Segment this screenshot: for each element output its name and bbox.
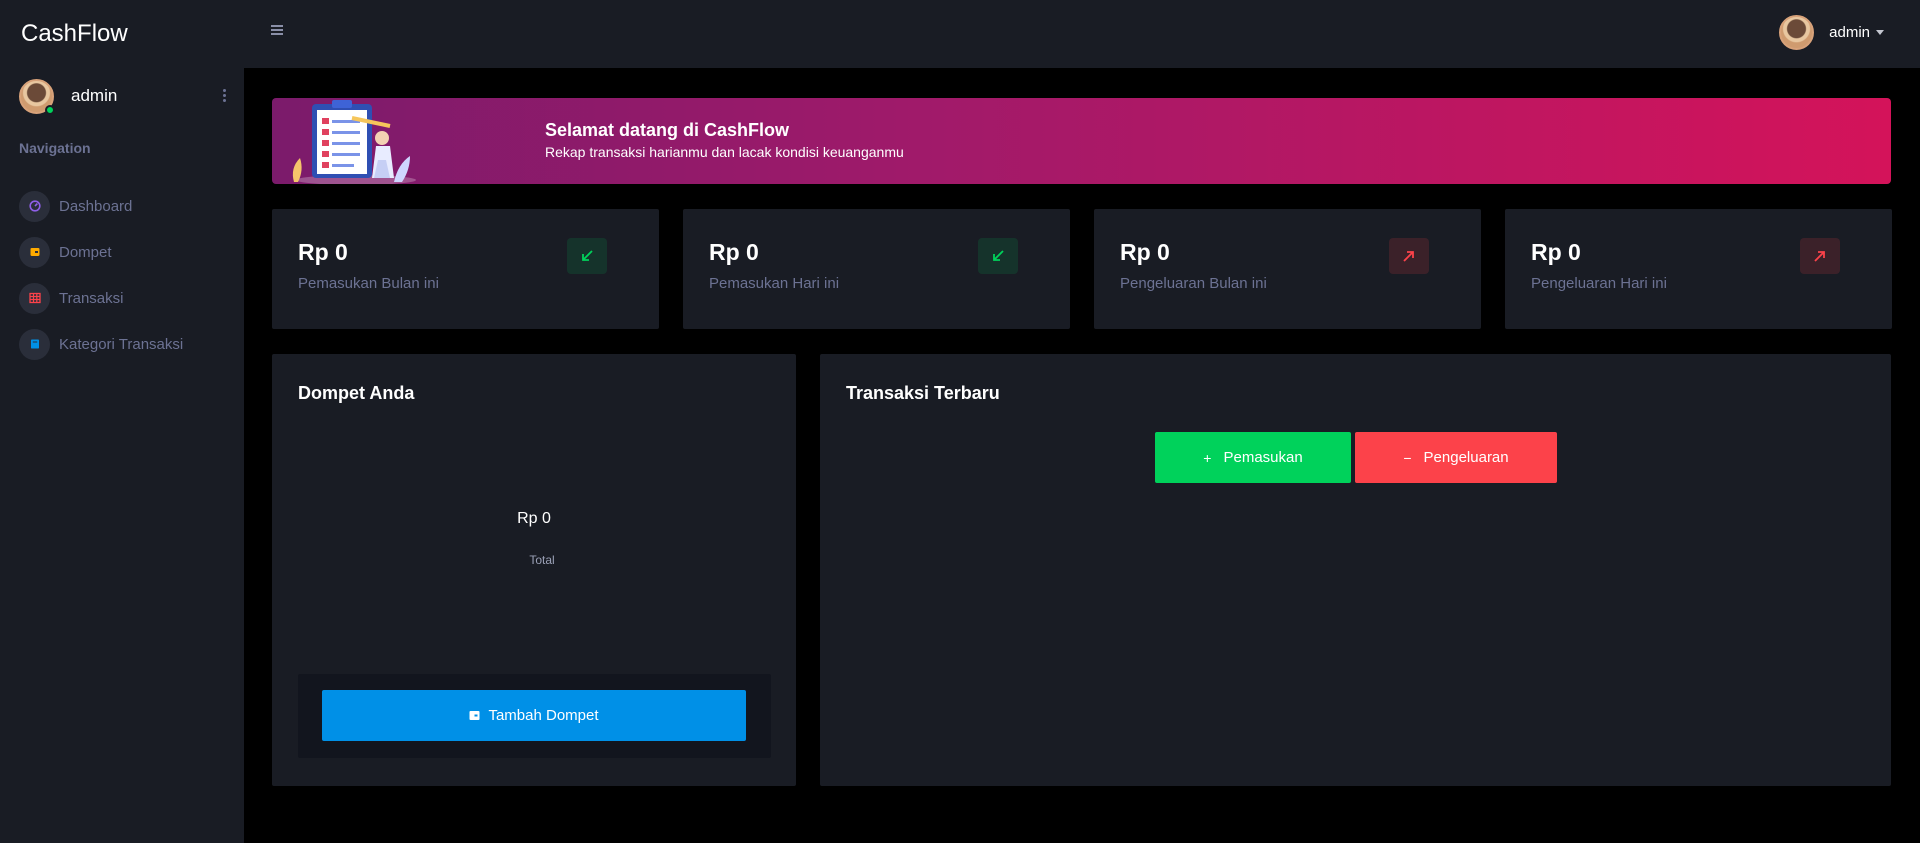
stat-label: Pengeluaran Bulan ini: [1120, 275, 1267, 292]
sidebar-item-label: Dashboard: [59, 197, 133, 215]
stat-label: Pemasukan Bulan ini: [298, 275, 439, 292]
user-name: admin: [1829, 24, 1870, 41]
online-status-dot: [45, 104, 55, 115]
arrow-bottom-left-icon: [978, 238, 1018, 274]
sidebar: CashFlow admin Navigation Dashboard Domp…: [0, 0, 244, 843]
book-icon: [19, 328, 50, 360]
stat-value: Rp 0: [709, 239, 759, 265]
minus-icon: −: [1403, 449, 1412, 466]
stat-card-income-month: Rp 0 Pemasukan Bulan ini: [272, 209, 659, 329]
add-income-button[interactable]: + Pemasukan: [1155, 432, 1351, 483]
welcome-banner: Selamat datang di CashFlow Rekap transak…: [272, 98, 1891, 184]
avatar: [1779, 15, 1815, 50]
arrow-top-right-icon: [1389, 238, 1429, 274]
table-icon: [19, 282, 50, 314]
arrow-top-right-icon: [1800, 238, 1840, 274]
banner-title: Selamat datang di CashFlow: [545, 120, 790, 140]
sidebar-item-dompet[interactable]: Dompet: [19, 229, 229, 275]
profile-name: admin: [71, 86, 118, 105]
stat-label: Pemasukan Hari ini: [709, 275, 840, 292]
banner-subtitle: Rekap transaksi harianmu dan lacak kondi…: [545, 144, 904, 160]
stat-value: Rp 0: [1531, 239, 1581, 265]
stat-card-income-today: Rp 0 Pemasukan Hari ini: [683, 209, 1070, 329]
card-title: Dompet Anda: [298, 383, 415, 403]
sidebar-nav: Dashboard Dompet Transaksi Kategori Tran…: [19, 183, 229, 367]
stat-value: Rp 0: [298, 239, 348, 265]
sidebar-item-transaksi[interactable]: Transaksi: [19, 275, 229, 321]
stat-card-expense-today: Rp 0 Pengeluaran Hari ini: [1505, 209, 1892, 329]
sidebar-item-label: Transaksi: [59, 289, 124, 307]
sidebar-item-label: Dompet: [59, 243, 112, 261]
chevron-down-icon: [1876, 30, 1884, 35]
clipboard-illustration-icon: [292, 100, 416, 184]
wallet-total-value: Rp 0: [517, 510, 551, 527]
add-expense-button[interactable]: − Pengeluaran: [1355, 432, 1557, 483]
wallet-total-label: Total: [529, 553, 555, 567]
add-income-label: Pemasukan: [1223, 449, 1303, 466]
sidebar-profile: admin: [19, 78, 229, 115]
wallet-icon: [469, 711, 480, 720]
card-title: Transaksi Terbaru: [846, 383, 1000, 403]
add-expense-label: Pengeluaran: [1423, 449, 1509, 466]
brand-logo[interactable]: CashFlow: [0, 0, 244, 68]
nav-section-title: Navigation: [19, 140, 91, 156]
avatar[interactable]: [19, 78, 55, 115]
more-vertical-icon[interactable]: [219, 84, 229, 106]
arrow-bottom-left-icon: [567, 238, 607, 274]
user-dropdown[interactable]: admin: [1779, 15, 1884, 50]
speedometer-icon: [19, 190, 50, 222]
topbar: admin: [244, 0, 1920, 68]
wallet-icon: [19, 236, 50, 268]
recent-transactions-card: Transaksi Terbaru + Pemasukan − Pengelua…: [820, 354, 1891, 786]
add-wallet-button[interactable]: Tambah Dompet: [322, 690, 746, 741]
plus-icon: +: [1203, 449, 1212, 466]
wallet-footer: Tambah Dompet: [298, 674, 771, 758]
wallet-card: Dompet Anda Rp 0 Total Tambah Dompet: [272, 354, 796, 786]
stat-card-expense-month: Rp 0 Pengeluaran Bulan ini: [1094, 209, 1481, 329]
sidebar-item-kategori-transaksi[interactable]: Kategori Transaksi: [19, 321, 229, 367]
menu-toggle-icon[interactable]: [271, 25, 283, 35]
sidebar-item-dashboard[interactable]: Dashboard: [19, 183, 229, 229]
sidebar-item-label: Kategori Transaksi: [59, 335, 184, 353]
add-wallet-label: Tambah Dompet: [488, 707, 599, 724]
stat-value: Rp 0: [1120, 239, 1170, 265]
stat-label: Pengeluaran Hari ini: [1531, 275, 1667, 292]
